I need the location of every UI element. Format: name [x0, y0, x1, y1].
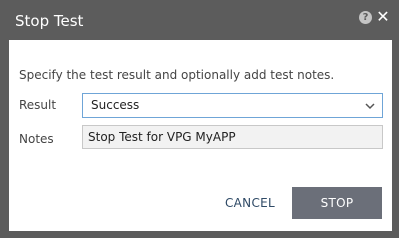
- result-select[interactable]: Success: [82, 93, 383, 118]
- result-label: Result: [19, 98, 57, 112]
- notes-label: Notes: [19, 132, 54, 146]
- help-icon[interactable]: ?: [359, 11, 372, 24]
- stop-test-dialog: Stop Test ? ✕ Specify the test result an…: [0, 0, 399, 238]
- result-selected-value: Success: [91, 98, 140, 112]
- dialog-titlebar: Stop Test ? ✕: [0, 0, 399, 40]
- chevron-down-icon: [365, 103, 375, 110]
- stop-button[interactable]: STOP: [292, 187, 382, 219]
- dialog-title: Stop Test: [15, 12, 84, 30]
- notes-input[interactable]: Stop Test for VPG MyAPP: [82, 125, 383, 149]
- close-icon[interactable]: ✕: [376, 9, 390, 25]
- cancel-button[interactable]: CANCEL: [222, 188, 278, 218]
- instruction-text: Specify the test result and optionally a…: [19, 68, 335, 82]
- dialog-body: Specify the test result and optionally a…: [9, 40, 392, 231]
